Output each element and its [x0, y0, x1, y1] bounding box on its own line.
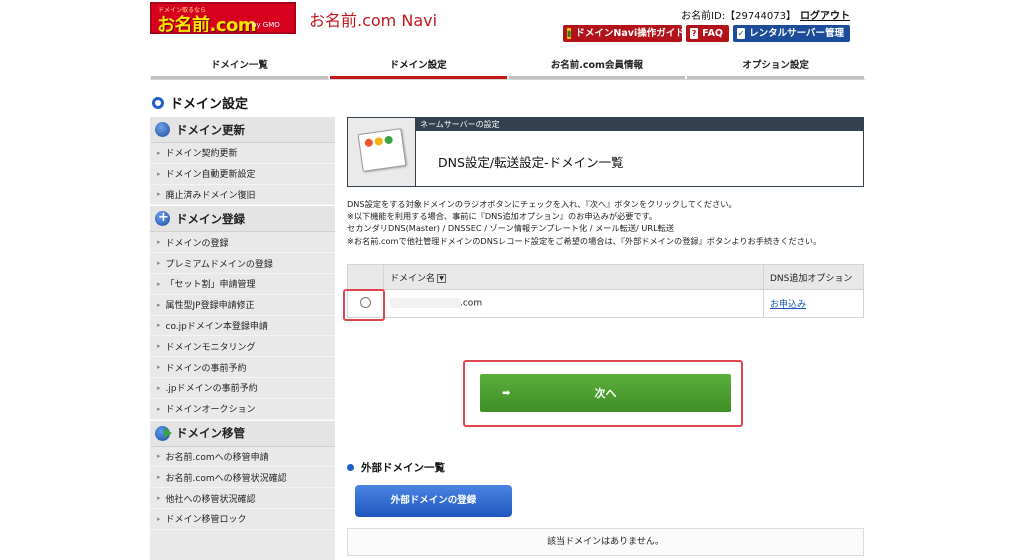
- sidebar-item[interactable]: ドメインモニタリング: [150, 336, 335, 358]
- apply-link[interactable]: お申込み: [770, 300, 806, 310]
- sidebar-item[interactable]: 他社への移管状況確認: [150, 488, 335, 509]
- sidebar-item[interactable]: 属性型JP登録申請修正: [150, 295, 335, 316]
- instruction-line: セカンダリDNS(Master) / DNSSEC / ゾーン情報テンプレート化…: [347, 223, 675, 234]
- group-title-text: ドメイン更新: [176, 122, 245, 137]
- instruction-line: ※お名前.comで他社管理ドメインのDNSレコード設定をご希望の場合は、『外部ド…: [347, 235, 822, 246]
- register-external-domain-button[interactable]: 外部ドメインの登録: [355, 485, 512, 517]
- rental-server-button[interactable]: ✓ レンタルサーバー管理: [733, 25, 850, 42]
- sidebar-item[interactable]: 廃止済みドメイン復旧: [150, 185, 335, 206]
- check-icon: ✓: [737, 28, 746, 39]
- header: ドメイン取るなら お名前.com by GMO お名前.com Navi お名前…: [0, 0, 1024, 48]
- app-title: お名前.com Navi: [309, 11, 438, 30]
- sidebar-group-renewal: ドメイン更新 ドメイン契約更新 ドメイン自動更新設定 廃止済みドメイン復旧: [150, 116, 335, 206]
- sidebar-group-title: ドメイン登録: [150, 206, 335, 233]
- sidebar: ドメイン更新 ドメイン契約更新 ドメイン自動更新設定 廃止済みドメイン復旧 ドメ…: [150, 116, 335, 560]
- tab-option-settings[interactable]: オプション設定: [687, 56, 864, 79]
- title-bullet-icon: [152, 96, 164, 109]
- plus-circle-icon: [155, 210, 170, 227]
- question-icon: ?: [690, 28, 699, 39]
- group-title-text: ドメイン移管: [176, 426, 245, 441]
- empty-message: 該当ドメインはありません。: [347, 528, 864, 556]
- sidebar-item[interactable]: .jpドメインの事前予約: [150, 378, 335, 399]
- sidebar-item[interactable]: ドメインの登録: [150, 232, 335, 254]
- sidebar-item[interactable]: ドメイン移管ロック: [150, 509, 335, 530]
- guide-button-label: ドメインNavi操作ガイド: [575, 28, 685, 39]
- sidebar-item[interactable]: ドメイン自動更新設定: [150, 164, 335, 185]
- sort-icon[interactable]: ▼: [437, 273, 447, 283]
- sidebar-group-title: ドメイン更新: [150, 117, 335, 143]
- logo-sub: by GMO: [252, 21, 280, 29]
- sidebar-item[interactable]: お名前.comへの移管申請: [150, 447, 335, 468]
- arrow-right-icon: ➡: [502, 387, 511, 399]
- instruction-line: DNS設定をする対象ドメインのラジオボタンにチェックを入れ、『次へ』ボタンをクリ…: [347, 199, 737, 209]
- external-domain-title: 外部ドメイン一覧: [347, 460, 445, 475]
- page-title-text: ドメイン設定: [170, 97, 249, 112]
- bullet-icon: [347, 464, 354, 471]
- user-id: お名前ID:【29744073】: [681, 11, 796, 22]
- settings-document-icon: [357, 128, 407, 172]
- next-button-label: 次へ: [594, 387, 617, 400]
- logout-link[interactable]: ログアウト: [800, 11, 850, 22]
- instruction-line: ※以下機能を利用する場合、事前に『DNS追加オプション』のお申込みが必要です。: [347, 211, 658, 222]
- table-header-row: ドメイン名 ▼ DNS追加オプション: [347, 264, 864, 290]
- option-cell: お申込み: [763, 289, 864, 318]
- sidebar-item[interactable]: ドメイン契約更新: [150, 143, 335, 164]
- domain-header-label: ドメイン名: [390, 273, 436, 284]
- sidebar-item[interactable]: ドメインの事前予約: [150, 357, 335, 378]
- sidebar-item[interactable]: ドメインオークション: [150, 399, 335, 420]
- external-title-text: 外部ドメイン一覧: [361, 462, 445, 474]
- nameserver-panel: ネームサーバーの設定 DNS設定/転送設定-ドメイン一覧: [347, 117, 864, 187]
- panel-bar-label: ネームサーバーの設定: [416, 118, 863, 131]
- sidebar-item[interactable]: お名前.comへの移管状況確認: [150, 467, 335, 489]
- sidebar-item[interactable]: プレミアムドメインの登録: [150, 253, 335, 274]
- faq-button-label: FAQ: [702, 28, 723, 39]
- panel-heading: DNS設定/転送設定-ドメイン一覧: [438, 155, 624, 170]
- sidebar-item[interactable]: co.jpドメイン本登録申請: [150, 316, 335, 337]
- transfer-globe-icon: [155, 425, 172, 441]
- tab-member-info[interactable]: お名前.com会員情報: [508, 56, 686, 79]
- domain-suffix: .com: [460, 298, 483, 309]
- group-title-text: ドメイン登録: [176, 211, 245, 226]
- main-tabs: ドメイン一覧 ドメイン設定 お名前.com会員情報 オプション設定: [150, 56, 865, 80]
- domain-table: ドメイン名 ▼ DNS追加オプション .com お申込み: [347, 264, 864, 318]
- dns-option-header: DNS追加オプション: [763, 264, 864, 290]
- table-row: .com お申込み: [347, 289, 864, 318]
- sidebar-item[interactable]: 「セット割」申請管理: [150, 274, 335, 295]
- instructions: DNS設定をする対象ドメインのラジオボタンにチェックを入れ、『次へ』ボタンをクリ…: [347, 198, 864, 247]
- tab-domain-list[interactable]: ドメイン一覧: [151, 56, 328, 79]
- user-info: お名前ID:【29744073】 ログアウト: [681, 7, 850, 22]
- highlight-radio: [343, 289, 385, 321]
- page-title: ドメイン設定: [152, 93, 248, 112]
- masked-domain: [390, 298, 460, 309]
- sidebar-group-registration: ドメイン登録 ドメインの登録 プレミアムドメインの登録 「セット割」申請管理 属…: [150, 205, 335, 420]
- next-button[interactable]: ➡ 次へ: [480, 374, 731, 412]
- panel-thumbnail: [348, 118, 416, 186]
- sidebar-group-transfer: ドメイン移管 お名前.comへの移管申請 お名前.comへの移管状況確認 他社へ…: [150, 419, 335, 530]
- sidebar-group-title: ドメイン移管: [150, 420, 335, 447]
- onamae-logo[interactable]: ドメイン取るなら お名前.com by GMO: [150, 2, 296, 34]
- renew-icon: [155, 122, 170, 137]
- domain-header[interactable]: ドメイン名 ▼: [383, 264, 764, 290]
- tab-domain-settings[interactable]: ドメイン設定: [329, 56, 507, 79]
- guide-button[interactable]: ▮ ドメインNavi操作ガイド: [563, 25, 685, 42]
- logo-text: お名前.com: [157, 15, 257, 34]
- radio-header: [347, 264, 384, 290]
- domain-cell: .com: [383, 289, 764, 318]
- guide-book-icon: ▮: [567, 28, 572, 39]
- rental-server-label: レンタルサーバー管理: [749, 28, 844, 39]
- faq-button[interactable]: ? FAQ: [686, 25, 729, 42]
